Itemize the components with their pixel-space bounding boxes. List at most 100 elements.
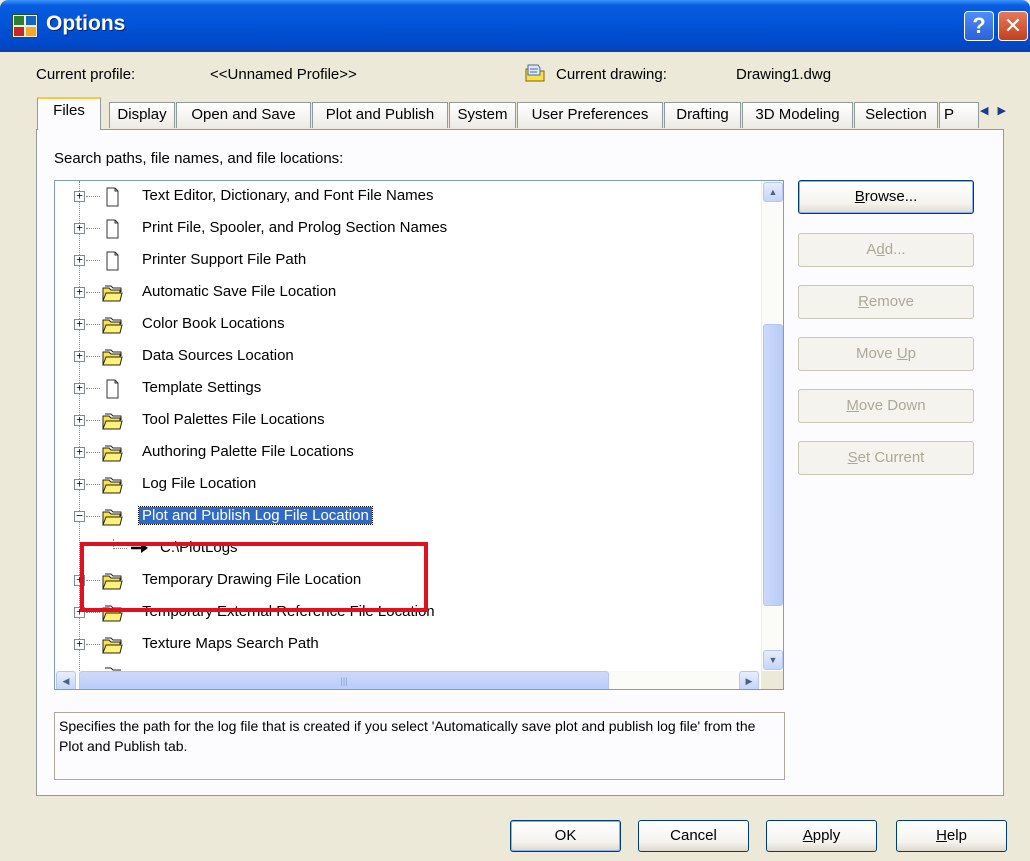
expand-plus-icon[interactable]: +	[74, 254, 85, 266]
set-current-button[interactable]: Set Current	[798, 441, 974, 475]
help-button[interactable]: Help	[896, 820, 1007, 852]
tree-vertical-scrollbar[interactable]: ▲ ▼	[761, 181, 783, 671]
tab-display[interactable]: Display	[109, 102, 175, 128]
expand-plus-icon[interactable]: +	[74, 190, 85, 202]
tab-plot-and-publish[interactable]: Plot and Publish	[312, 102, 448, 128]
tree-item-selected[interactable]: − Plot and Publish Log File Location	[55, 503, 755, 531]
tab-profiles-truncated[interactable]: P	[939, 102, 979, 128]
title-bar[interactable]: Options ? ✕	[0, 0, 1030, 52]
tree-item-label: Print File, Spooler, and Prolog Section …	[142, 219, 448, 236]
button-mnemonic: M	[846, 397, 859, 414]
expand-plus-icon[interactable]: +	[74, 446, 85, 458]
tab-label: P	[944, 106, 955, 123]
expand-plus-icon[interactable]: +	[74, 638, 85, 650]
tree-connector	[86, 324, 100, 325]
tab-label: Open and Save	[191, 106, 296, 123]
expand-plus-icon[interactable]: +	[74, 350, 85, 362]
highlight-annotation-box	[80, 542, 428, 612]
tree-horizontal-scrollbar[interactable]: ◀ ||| ▶	[55, 671, 761, 689]
tab-label: Files	[53, 102, 85, 119]
remove-button[interactable]: Remove	[798, 285, 974, 319]
tree-item[interactable]: + Printer Support File Path	[55, 247, 755, 275]
expand-plus-icon[interactable]: +	[74, 222, 85, 234]
button-mnemonic: d	[876, 241, 885, 258]
move-down-button[interactable]: Move Down	[798, 389, 974, 423]
close-button[interactable]: ✕	[998, 11, 1028, 41]
expand-plus-icon[interactable]: +	[74, 478, 85, 490]
folder-icon	[102, 637, 123, 654]
tree-connector	[86, 196, 100, 197]
file-icon	[106, 187, 119, 207]
search-paths-tree[interactable]: + Text Editor, Dictionary, and Font File…	[54, 180, 784, 690]
folder-icon	[102, 445, 123, 462]
tree-connector	[86, 612, 100, 613]
tab-label: User Preferences	[531, 106, 649, 123]
tree-item[interactable]: + Template Settings	[55, 375, 755, 403]
tab-files[interactable]: Files	[37, 97, 101, 130]
help-titlebar-button[interactable]: ?	[964, 11, 994, 41]
folder-icon	[102, 477, 123, 494]
tree-item[interactable]: + Automatic Save File Location	[55, 279, 755, 307]
tab-open-and-save[interactable]: Open and Save	[176, 102, 311, 128]
button-mnemonic: R	[858, 293, 869, 310]
folder-icon	[102, 317, 123, 334]
button-label-rest: ove Down	[858, 397, 926, 414]
button-mnemonic: H	[936, 827, 947, 844]
button-label-rest: emove	[868, 293, 914, 310]
tab-label: Plot and Publish	[325, 106, 435, 123]
button-label-rest: p	[907, 345, 917, 362]
chevron-right-icon: ▶	[745, 676, 753, 686]
tab-system[interactable]: System	[449, 102, 516, 128]
tab-scroll-arrows[interactable]: ◀ ▶	[980, 104, 1008, 124]
tree-item[interactable]: + Texture Maps Search Path	[55, 631, 755, 659]
collapse-minus-icon[interactable]: −	[74, 510, 85, 522]
expand-plus-icon[interactable]: +	[74, 318, 85, 330]
expand-plus-icon[interactable]: +	[74, 382, 85, 394]
move-up-button[interactable]: Move Up	[798, 337, 974, 371]
button-mnemonic: U	[896, 345, 908, 362]
scroll-up-button[interactable]: ▲	[763, 182, 783, 202]
tree-item[interactable]: + Text Editor, Dictionary, and Font File…	[55, 183, 755, 211]
tab-drafting[interactable]: Drafting	[664, 102, 741, 128]
tab-scroll-right-icon[interactable]: ▶	[998, 105, 1006, 117]
folder-icon	[102, 349, 123, 366]
tab-selection[interactable]: Selection	[854, 102, 938, 128]
expand-plus-icon[interactable]: +	[74, 286, 85, 298]
ok-button[interactable]: OK	[510, 820, 621, 852]
cancel-button[interactable]: Cancel	[638, 820, 749, 852]
tree-item[interactable]: + Log File Location	[55, 471, 755, 499]
scroll-right-button[interactable]: ▶	[739, 671, 759, 689]
tab-scroll-left-icon[interactable]: ◀	[980, 105, 988, 117]
search-paths-label: Search paths, file names, and file locat…	[54, 150, 344, 167]
tree-item[interactable]: + Authoring Palette File Locations	[55, 439, 755, 467]
tree-item-label: Color Book Locations	[142, 315, 285, 332]
tab-user-preferences[interactable]: User Preferences	[517, 102, 663, 128]
current-drawing-label: Current drawing:	[556, 66, 667, 83]
tree-item-label: Data Sources Location	[142, 347, 294, 364]
options-dialog: Options ? ✕ Current profile: <<Unnamed P…	[0, 0, 1030, 861]
tab-label: 3D Modeling	[755, 106, 840, 123]
tab-label: System	[457, 106, 508, 123]
tree-connector	[86, 356, 100, 357]
browse-button[interactable]: Browse...	[798, 180, 974, 214]
scroll-left-button[interactable]: ◀	[56, 671, 76, 689]
add-button[interactable]: Add...	[798, 233, 974, 267]
horizontal-scroll-thumb[interactable]: |||	[79, 671, 609, 689]
file-icon	[106, 251, 119, 271]
tree-item[interactable]: + Color Book Locations	[55, 311, 755, 339]
tree-item[interactable]: + Data Sources Location	[55, 343, 755, 371]
scroll-down-button[interactable]: ▼	[763, 650, 783, 670]
tab-3d-modeling[interactable]: 3D Modeling	[742, 102, 853, 128]
tree-item[interactable]: + Tool Palettes File Locations	[55, 407, 755, 435]
folder-icon	[102, 509, 123, 526]
tree-item-label: Printer Support File Path	[142, 251, 307, 268]
button-label-rest: elp	[946, 827, 967, 844]
button-mnemonic: S	[847, 449, 858, 466]
button-label-prefix: Move	[855, 345, 897, 362]
vertical-scroll-thumb[interactable]	[763, 324, 783, 606]
apply-button[interactable]: Apply	[766, 820, 877, 852]
current-drawing-value: Drawing1.dwg	[736, 66, 832, 83]
expand-plus-icon[interactable]: +	[74, 414, 85, 426]
tree-connector	[86, 644, 100, 645]
tree-item[interactable]: + Print File, Spooler, and Prolog Sectio…	[55, 215, 755, 243]
